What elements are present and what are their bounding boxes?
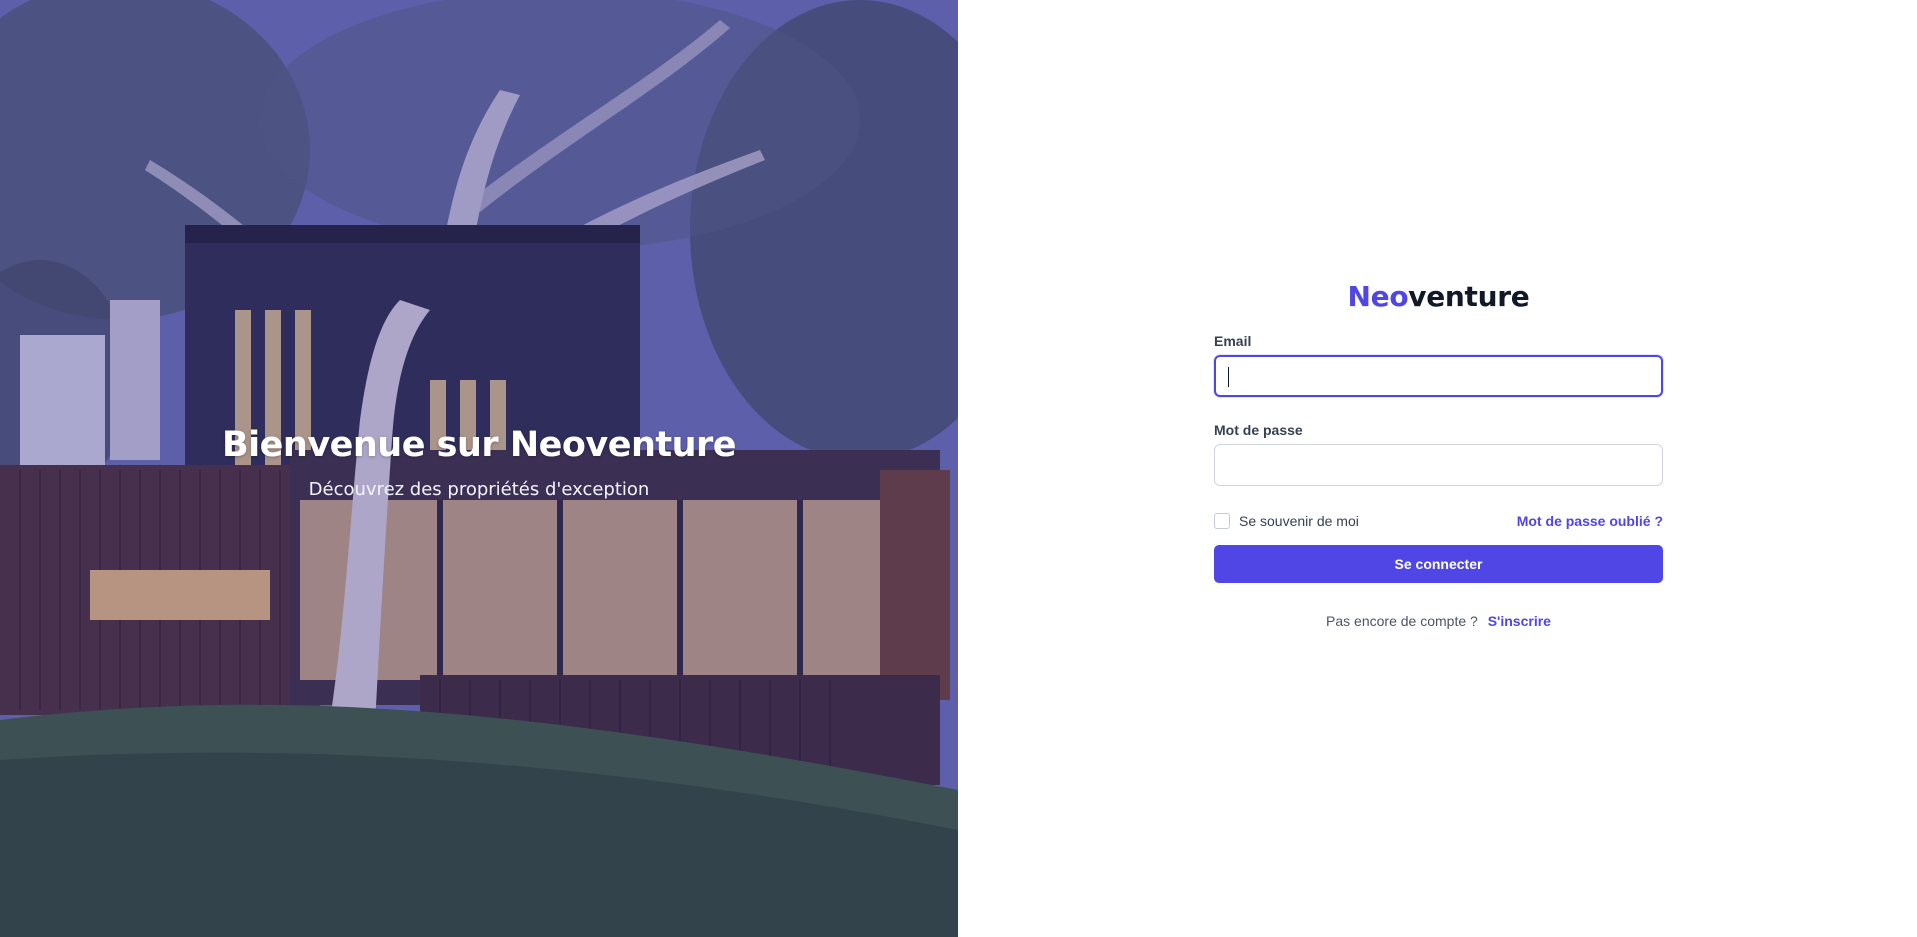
- hero-title: Bienvenue sur Neoventure: [221, 425, 737, 465]
- forgot-password-link[interactable]: Mot de passe oublié ?: [1517, 513, 1663, 529]
- login-page: Bienvenue sur Neoventure Découvrez des p…: [0, 0, 1917, 937]
- login-form: Neoventure Email Mot de passe Se souveni…: [1214, 280, 1663, 629]
- hero-subtitle: Découvrez des propriétés d'exception: [308, 479, 650, 500]
- email-field-group: Email: [1214, 333, 1663, 397]
- signup-row: Pas encore de compte ? S'inscrire: [1214, 613, 1663, 629]
- hero-text: Bienvenue sur Neoventure Découvrez des p…: [0, 425, 958, 500]
- email-label: Email: [1214, 333, 1252, 349]
- signup-prompt: Pas encore de compte ?: [1326, 613, 1478, 629]
- remember-label: Se souvenir de moi: [1239, 513, 1359, 529]
- remember-me[interactable]: Se souvenir de moi: [1214, 513, 1359, 529]
- brand-rest: venture: [1408, 280, 1530, 313]
- remember-checkbox[interactable]: [1214, 513, 1230, 529]
- options-row: Se souvenir de moi Mot de passe oublié ?: [1214, 511, 1663, 531]
- password-field[interactable]: [1214, 444, 1663, 486]
- login-button[interactable]: Se connecter: [1214, 545, 1663, 583]
- hero-panel: Bienvenue sur Neoventure Découvrez des p…: [0, 0, 958, 937]
- auth-panel: Neoventure Email Mot de passe Se souveni…: [958, 0, 1917, 937]
- brand-logo: Neoventure: [1214, 280, 1663, 313]
- brand-accent: Neo: [1347, 280, 1409, 313]
- signup-link[interactable]: S'inscrire: [1488, 613, 1551, 629]
- password-label: Mot de passe: [1214, 422, 1303, 438]
- email-field[interactable]: [1214, 355, 1663, 397]
- password-field-group: Mot de passe: [1214, 422, 1663, 486]
- text-caret: [1228, 367, 1229, 387]
